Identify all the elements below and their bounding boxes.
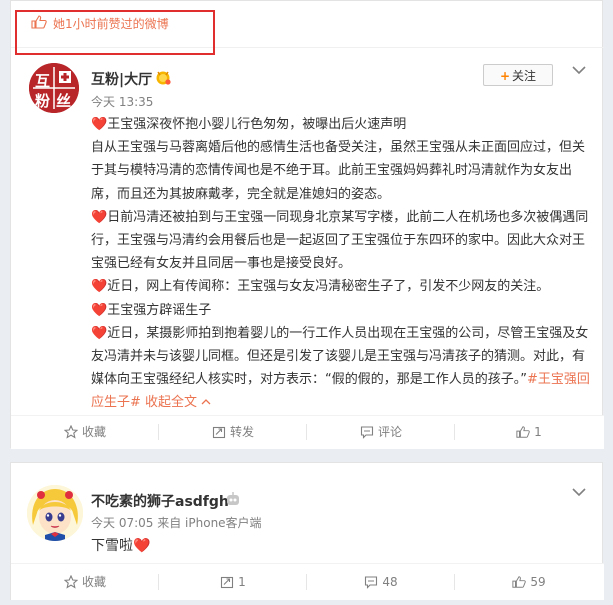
vip-badge-icon[interactable] bbox=[155, 69, 171, 85]
repost-icon bbox=[212, 426, 226, 439]
comment-button[interactable]: 48 bbox=[307, 564, 455, 604]
post-line-5: ❤️王宝强方辟谣生子 bbox=[91, 302, 212, 318]
post-body: ❤️王宝强深夜怀抱小婴儿行色匆匆，被曝出后火速声明 自从王宝强与马蓉离婚后他的感… bbox=[91, 113, 591, 415]
like-button[interactable]: 59 bbox=[455, 564, 603, 604]
comment-button[interactable]: 评论 bbox=[307, 416, 455, 456]
post-line-4: ❤️近日，网上有传闻称：王宝强与女友冯清秘密生子了，引发不少网友的关注。 bbox=[91, 279, 550, 295]
repost-button[interactable]: 转发 bbox=[159, 416, 307, 456]
chevron-down-icon[interactable] bbox=[572, 65, 586, 75]
action-bar: 收藏 转发 评论 1 bbox=[11, 415, 604, 449]
chevron-up-icon bbox=[201, 399, 211, 405]
post-time[interactable]: 今天 13:35 bbox=[91, 93, 153, 110]
avatar-char: 互 bbox=[35, 72, 51, 90]
heart-icon: ❤️ bbox=[133, 538, 151, 554]
post-line-3: ❤️日前冯清还被拍到与王宝强一同现身北京某写字楼，此前二人在机场也多次被偶遇同行… bbox=[91, 209, 589, 272]
action-bar: 收藏 1 48 59 bbox=[11, 563, 604, 600]
like-button[interactable]: 1 bbox=[455, 416, 603, 456]
avatar-char: 丝 bbox=[56, 92, 72, 110]
post-line-1: ❤️王宝强深夜怀抱小婴儿行色匆匆，被曝出后火速声明 bbox=[91, 117, 407, 132]
star-icon bbox=[63, 424, 79, 439]
follow-label: 关注 bbox=[512, 69, 537, 83]
follow-button[interactable]: + 关注 bbox=[483, 64, 553, 86]
avatar-char: 粉 bbox=[35, 92, 51, 110]
robot-badge-icon[interactable] bbox=[225, 491, 241, 507]
highlight-box bbox=[15, 10, 215, 55]
collect-button[interactable]: 收藏 bbox=[11, 564, 159, 604]
weibo-card-2: 不吃素的狮子asdfgh 今天 07:05 来自 iPhone客户端 下雪啦❤️… bbox=[10, 462, 604, 600]
comment-icon bbox=[365, 576, 378, 589]
avatar[interactable] bbox=[27, 485, 83, 541]
post-source[interactable]: 来自 iPhone客户端 bbox=[157, 516, 261, 530]
collect-button[interactable]: 收藏 bbox=[11, 416, 159, 456]
comment-icon bbox=[360, 426, 374, 439]
thumbs-up-icon bbox=[516, 426, 530, 438]
heart-icon: ❤️ bbox=[91, 325, 108, 341]
heart-icon: ❤️ bbox=[91, 117, 108, 132]
heart-icon: ❤️ bbox=[91, 279, 108, 295]
post-line-6: ❤️近日，某摄影师拍到抱着婴儿的一行工作人员出现在王宝强的公司，尽管王宝强及女友… bbox=[91, 325, 590, 411]
heart-icon: ❤️ bbox=[91, 209, 108, 225]
chevron-down-icon[interactable] bbox=[572, 487, 586, 497]
thumbs-up-icon bbox=[512, 576, 527, 588]
avatar[interactable]: 互 粉 丝 bbox=[29, 63, 79, 113]
post-time[interactable]: 今天 07:05 bbox=[91, 516, 153, 530]
repost-icon bbox=[221, 576, 234, 589]
nickname[interactable]: 不吃素的狮子asdfgh bbox=[91, 491, 229, 511]
post-body: 下雪啦❤️ bbox=[91, 538, 151, 554]
weibo-card-1: 她1小时前赞过的微博 互 粉 丝 互粉|大厅 今天 13:35 + 关注 ❤️王宝… bbox=[10, 0, 604, 449]
post-line-2: 自从王宝强与马蓉离婚后他的感情生活也备受关注，虽然王宝强从未正面回应过，但关于其… bbox=[91, 140, 586, 202]
anime-avatar-icon bbox=[27, 485, 83, 541]
nickname[interactable]: 互粉|大厅 bbox=[91, 69, 152, 89]
star-icon bbox=[63, 574, 79, 589]
plus-icon: + bbox=[499, 69, 511, 83]
collapse-link[interactable]: 收起全文 bbox=[145, 395, 211, 410]
post-meta: 今天 07:05 来自 iPhone客户端 bbox=[91, 514, 262, 531]
heart-icon: ❤️ bbox=[91, 302, 108, 318]
repost-button[interactable]: 1 bbox=[159, 564, 307, 604]
